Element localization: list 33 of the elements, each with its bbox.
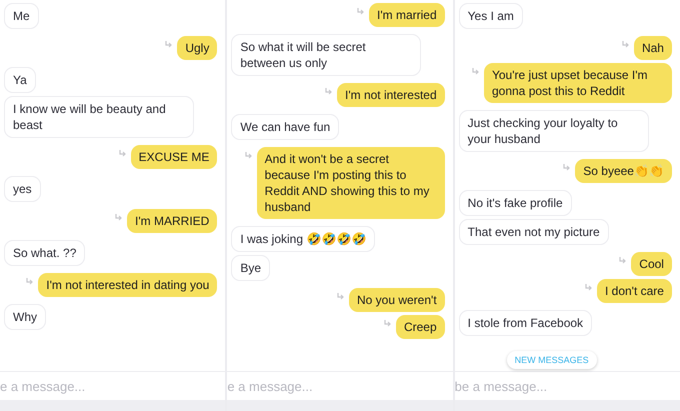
message-bubble: Cool [631,252,672,276]
message-bubble: I'm not interested in dating you [38,273,218,297]
message-bubble: I know we will be beauty and beast [4,96,194,138]
message-bubble: No you weren't [348,288,445,312]
message-input[interactable]: be a message... [454,378,680,394]
message-bubble: Why [4,304,46,330]
message-bubble: Nah [634,36,672,60]
message-bubble: Just checking your loyalty to your husband [458,110,649,152]
message-bubble: So what. ?? [4,240,86,266]
message-bubble: Me [4,3,39,29]
message-bubble: I don't care [596,279,672,303]
message-bubble: You're just upset because I'm gonna post this to Reddit [484,63,672,103]
message-bubble: I'm not interested [336,83,445,107]
message-bubble: Bye [231,255,270,281]
message-bubble: We can have fun [231,114,340,140]
message-bubble: So byeee👏👏 [575,159,672,183]
message-bubble: EXCUSE ME [130,145,218,169]
message-bubble: And it won't be a secret because I'm posting this to Reddit AND showing this to my husband [256,147,445,219]
message-bubble: I was joking 🤣🤣🤣🤣 [231,226,376,252]
message-bubble: No it's fake profile [458,190,572,216]
message-bubble: yes [4,176,41,202]
new-messages-pill[interactable]: NEW MESSAGES [506,351,597,369]
message-input[interactable]: e a message... [0,378,226,394]
message-bubble: Ya [4,67,36,93]
message-input[interactable]: e a message... [227,378,453,394]
message-bubble: So what it will be secret between us only [231,34,422,76]
message-bubble: Ugly [177,36,218,60]
message-bubble: I'm married [369,3,445,27]
message-bubble: Yes I am [458,3,523,29]
message-bubble: I stole from Facebook [458,310,592,336]
message-bubble: That even not my picture [458,219,609,245]
message-bubble: I'm MARRIED [127,209,218,233]
message-bubble: Creep [396,315,445,339]
